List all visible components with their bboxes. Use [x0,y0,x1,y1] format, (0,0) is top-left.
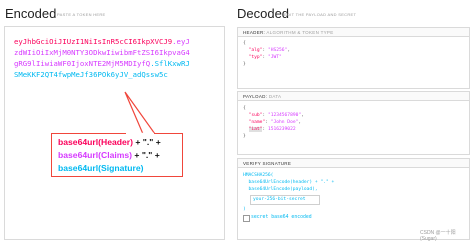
json-key: "typ" [248,55,263,60]
watermark: CSDN @一十阳(Sugar) [420,230,456,242]
header-section-title: HEADER: ALGORITHM & TOKEN TYPE [238,28,469,37]
decoded-title: Decoded [237,6,290,21]
encoded-title: Encoded [5,6,57,21]
json-comma: , [301,113,304,118]
json-key: "sub" [248,113,263,118]
json-row: "sub": "1234567890", [248,113,304,118]
callout-line: base64url(Signature) [58,162,182,175]
jwt-structure-callout: base64url(Header) + "." + base64url(Claim… [51,133,183,177]
json-value: "1234567890" [267,113,302,118]
secret-input[interactable]: your-256-bit-secret [250,195,320,205]
callout-term: base64url(Claims) [58,150,133,160]
json-row: "iat": 1516239022 [248,127,296,132]
json-open-brace: { [243,106,246,111]
json-value: "HS256" [267,48,288,53]
callout-line: base64url(Header) + "." + [58,136,182,149]
payload-section: PAYLOAD: DATA { "sub": "1234567890", "na… [237,91,470,155]
payload-json-editor[interactable]: { "sub": "1234567890", "name": "John Doe… [243,105,304,140]
header-json-editor[interactable]: { "alg": "HS256", "typ": "JWT"} [243,40,290,68]
callout-term: base64url(Header) [58,137,133,147]
callout-formula: base64url(Header) + "." + base64url(Claim… [52,134,182,175]
header-section: HEADER: ALGORITHM & TOKEN TYPE { "alg": … [237,27,470,89]
secret-base64-checkbox[interactable] [243,215,250,222]
callout-operator: + "." + [132,150,160,160]
encoded-token-panel[interactable]: eyJhbGciOiJIUzI1NiIsInR5cCI6IkpXVCJ9.eyJ… [4,26,225,240]
callout-term: base64url(Signature) [58,163,144,173]
json-value: "JWT" [267,55,282,60]
json-comma: , [298,120,302,125]
json-close-brace: } [243,62,246,67]
json-close-brace: } [243,134,246,139]
payload-section-title: PAYLOAD: DATA [238,92,469,101]
json-row: "alg": "HS256", [248,48,291,53]
json-open-brace: { [243,41,246,46]
json-row: "name": "John Doe", [248,120,302,125]
json-value: 1516239022 [267,127,296,132]
decoded-subtitle: EDIT THE PAYLOAD AND SECRET [284,12,357,17]
json-key: "iat" [248,127,263,132]
signature-closing: ) [243,207,246,212]
json-key: "alg" [248,48,263,53]
json-key: "name" [248,120,266,125]
callout-operator: + "." + [133,137,161,147]
callout-line: base64url(Claims) + "." + [58,149,182,162]
signature-section: VERIFY SIGNATURE HMACSHA256( base64UrlEn… [237,158,470,242]
signature-formula: HMACSHA256( base64UrlEncode(header) + ".… [243,173,335,192]
signature-section-title: VERIFY SIGNATURE [238,159,469,168]
json-value: "John Doe" [270,120,299,125]
json-comma: , [287,48,291,53]
secret-base64-label: secret base64 encoded [251,215,312,220]
encoded-subtitle: PASTE A TOKEN HERE [57,12,106,17]
json-row: "typ": "JWT" [248,55,282,60]
